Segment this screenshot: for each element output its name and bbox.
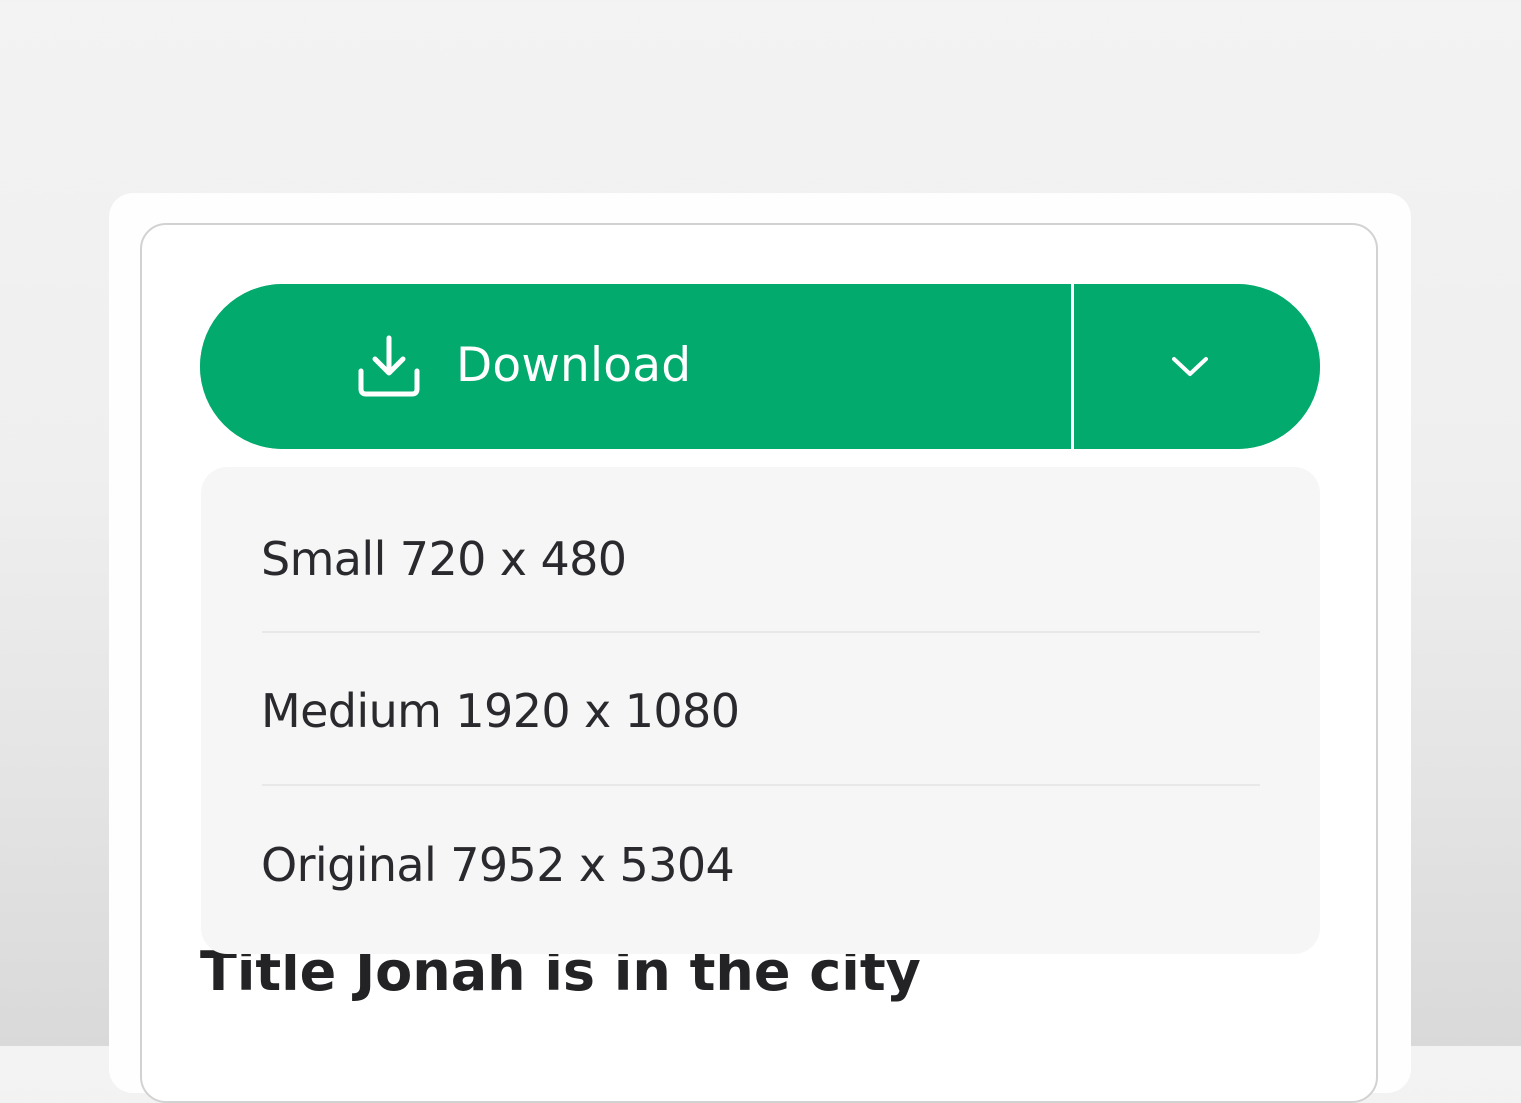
download-split-button: Download xyxy=(200,284,1320,449)
download-icon xyxy=(358,335,420,397)
download-options-toggle[interactable] xyxy=(1074,284,1320,449)
size-option-label: Small 720 x 480 xyxy=(261,532,627,586)
size-option-small[interactable]: Small 720 x 480 xyxy=(261,467,1261,619)
size-option-original[interactable]: Original 7952 x 5304 xyxy=(261,785,1261,937)
size-option-medium[interactable]: Medium 1920 x 1080 xyxy=(261,633,1261,785)
size-option-label: Medium 1920 x 1080 xyxy=(261,684,740,738)
size-option-label: Original 7952 x 5304 xyxy=(261,838,735,892)
download-button[interactable]: Download xyxy=(200,284,1071,449)
chevron-down-icon xyxy=(1172,357,1208,376)
download-size-menu: Small 720 x 480 Medium 1920 x 1080 Origi… xyxy=(201,467,1320,954)
download-button-label: Download xyxy=(456,338,692,393)
